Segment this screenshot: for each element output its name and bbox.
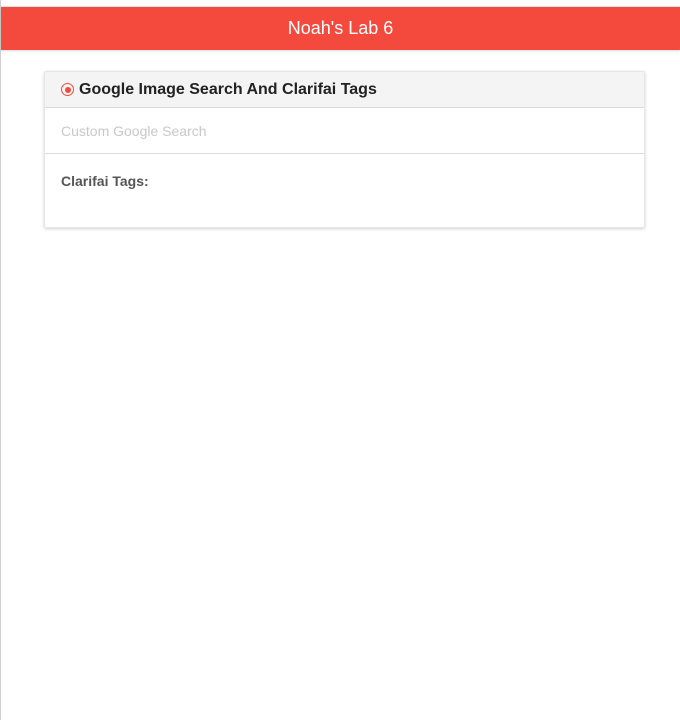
app-header: Noah's Lab 6 — [1, 7, 680, 50]
card-title: Google Image Search And Clarifai Tags — [79, 80, 377, 98]
card-header: Google Image Search And Clarifai Tags — [45, 72, 644, 108]
radio-dot — [64, 86, 71, 93]
top-strip — [1, 0, 680, 7]
app-window: Noah's Lab 6 Google Image Search And Cla… — [0, 0, 680, 720]
app-title: Noah's Lab 6 — [287, 18, 394, 38]
tags-label: Clarifai Tags: — [61, 173, 149, 189]
radio-selected-icon — [61, 83, 74, 96]
tags-section: Clarifai Tags: — [45, 154, 644, 191]
search-input[interactable] — [61, 122, 628, 139]
search-card: Google Image Search And Clarifai Tags Cl… — [44, 71, 645, 228]
search-row — [45, 108, 644, 154]
